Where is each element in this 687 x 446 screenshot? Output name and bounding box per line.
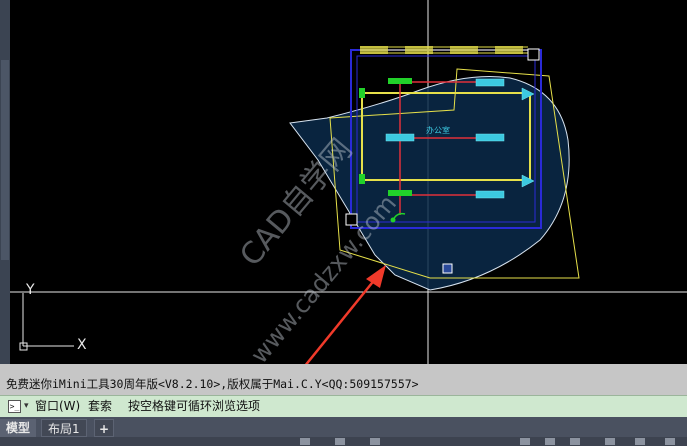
command-line[interactable]: >_ ▾ 窗口(W) 套索 按空格键可循环浏览选项 (0, 395, 687, 417)
command-history-line: 免费迷你iMini工具30周年版<V8.2.10>,版权属于Mai.C.Y<QQ… (0, 373, 687, 395)
ucs-y-label: Y (25, 282, 35, 298)
grip-bottom-center (442, 263, 453, 274)
command-prompt-option-window[interactable]: 窗口(W) (35, 396, 80, 417)
command-prompt-option-lasso[interactable]: 套索 (88, 396, 112, 417)
status-tool-icon[interactable] (605, 438, 615, 445)
ucs-icon (19, 293, 74, 351)
drawing-canvas[interactable]: 办公室 CAD自学网 www.cadzxw.com Y X (0, 0, 687, 364)
layout-tab-bar: 模型 布局1 + (0, 417, 687, 446)
add-layout-button[interactable]: + (94, 419, 114, 437)
status-tool-icon[interactable] (520, 438, 530, 445)
status-tool-icon[interactable] (300, 438, 310, 445)
status-tool-icon[interactable] (665, 438, 675, 445)
tab-layout1[interactable]: 布局1 (41, 419, 87, 437)
scrollbar-thumb[interactable] (1, 60, 9, 260)
vertical-scrollbar[interactable] (0, 0, 10, 364)
command-prompt-icon[interactable]: >_ (8, 400, 21, 413)
status-tool-icon[interactable] (545, 438, 555, 445)
drawing-svg: 办公室 CAD自学网 www.cadzxw.com Y X (10, 0, 687, 364)
status-tool-icon[interactable] (570, 438, 580, 445)
chevron-down-icon[interactable]: ▾ (24, 396, 29, 417)
status-tool-icon[interactable] (370, 438, 380, 445)
command-hint: 按空格键可循环浏览选项 (128, 399, 261, 413)
ucs-x-label: X (77, 337, 87, 353)
status-tool-icon[interactable] (335, 438, 345, 445)
room-label: 办公室 (426, 125, 450, 135)
grip-top-right (527, 48, 540, 61)
status-tool-icon[interactable] (635, 438, 645, 445)
tab-model[interactable]: 模型 (0, 419, 37, 437)
command-history-spacer (0, 364, 687, 373)
